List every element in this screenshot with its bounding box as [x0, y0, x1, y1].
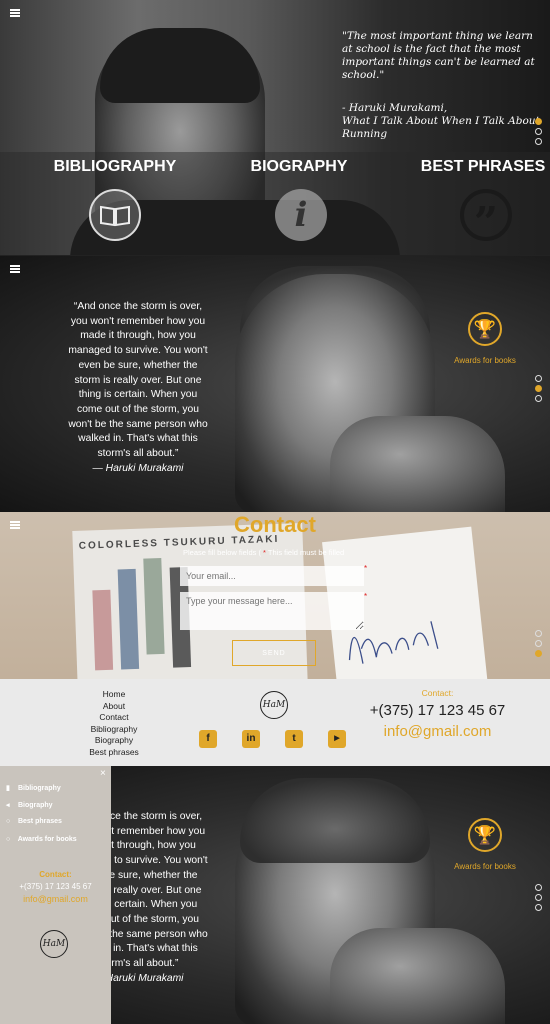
footer-contact: Contact: +(375) 17 123 45 67 info@gmail.… [365, 688, 510, 740]
side-menu-item-best-phrases[interactable]: ○ Best phrases [6, 818, 62, 825]
footer-link-contact[interactable]: Contact [84, 712, 144, 724]
book-bar [92, 589, 114, 671]
megaphone-icon: ◂ [6, 802, 10, 809]
side-menu-item-label: Bibliography [17, 785, 61, 792]
slide-dots [535, 375, 543, 405]
book-icon: ▮ [6, 785, 10, 792]
slide-dot[interactable] [535, 630, 542, 637]
slide-dot[interactable] [535, 138, 542, 145]
footer-contact-label: Contact: [421, 688, 454, 698]
author-photo-hair [100, 28, 260, 103]
message-field[interactable] [180, 592, 364, 630]
footer-link-biography[interactable]: Biography [84, 735, 144, 747]
required-asterisk: * [364, 564, 368, 573]
footer-link-bibliography[interactable]: Bibliography [84, 724, 144, 736]
side-menu-item-label: Awards for books [17, 836, 77, 843]
nav-best-phrases[interactable]: BEST PHRASES [403, 158, 550, 176]
hero-quote-source: What I Talk About When I Talk About Runn… [342, 115, 540, 140]
side-menu-item-bibliography[interactable]: ▮ Bibliography [6, 784, 61, 792]
hero-section: "The most important thing we learn at sc… [0, 0, 550, 255]
slide-dots [535, 884, 543, 914]
footer-links: Home About Contact Bibliography Biograph… [84, 689, 144, 759]
author-portrait-hands [330, 416, 505, 512]
slide-dot[interactable] [535, 118, 542, 125]
facebook-icon[interactable]: f [199, 730, 217, 748]
book-icon[interactable] [89, 189, 141, 241]
hero-quote-line: "The most important thing we learn [342, 30, 533, 42]
hamburger-menu-icon[interactable] [10, 9, 20, 17]
footer-link-about[interactable]: About [84, 701, 144, 713]
awards-link[interactable]: 🏆 Awards for books [440, 818, 530, 871]
form-instructions: Please fill below fields ( * This field … [183, 548, 344, 557]
footer: Home About Contact Bibliography Biograph… [0, 679, 550, 766]
close-icon[interactable]: × [100, 768, 106, 779]
send-button[interactable]: SEND [232, 640, 316, 666]
footer-link-best-phrases[interactable]: Best phrases [84, 747, 144, 759]
quote-icon[interactable]: ” [460, 189, 512, 247]
contact-title: Contact [234, 512, 316, 537]
slide-dot[interactable] [535, 128, 542, 135]
linkedin-icon[interactable]: in [242, 730, 260, 748]
contact-section: COLORLESS TSUKURU TAZAKI Contact Please … [0, 512, 550, 679]
awards-link[interactable]: 🏆 Awards for books [440, 312, 530, 365]
hamburger-menu-icon[interactable] [10, 265, 20, 273]
chat-icon: ○ [6, 818, 11, 825]
slide-dots [535, 630, 543, 660]
logo[interactable]: HaM [40, 930, 68, 958]
footer-link-home[interactable]: Home [84, 689, 144, 701]
storm-quote: “And once the storm is over, you won't r… [68, 300, 208, 476]
book-bar [117, 568, 140, 670]
twitter-icon[interactable]: t [285, 730, 303, 748]
email-field[interactable] [180, 566, 364, 586]
slide-dot[interactable] [535, 385, 542, 392]
side-menu: × ▮ Bibliography ◂ Biography ○ Best phra… [0, 766, 111, 1024]
side-menu-item-biography[interactable]: ◂ Biography [6, 801, 53, 809]
required-note: This field must be filled [267, 548, 345, 557]
side-menu-phone[interactable]: +(375) 17 123 45 67 [0, 882, 111, 891]
awards-label: Awards for books [454, 862, 516, 871]
slide-dot[interactable] [535, 640, 542, 647]
side-menu-contact: Contact: +(375) 17 123 45 67 info@gmail.… [0, 870, 111, 904]
trophy-icon: 🏆 [468, 818, 502, 852]
info-icon[interactable]: i [275, 189, 327, 241]
side-menu-email[interactable]: info@gmail.com [0, 894, 111, 904]
slide-dot[interactable] [535, 884, 542, 891]
slide-dot[interactable] [535, 894, 542, 901]
side-menu-item-label: Biography [17, 802, 53, 809]
hamburger-menu-icon[interactable] [10, 521, 20, 529]
required-asterisk: * [364, 592, 368, 601]
youtube-icon[interactable]: ▶ [328, 730, 346, 748]
hero-quote-author: - Haruki Murakami, [342, 102, 448, 114]
logo[interactable]: HaM [260, 691, 288, 719]
storm-quote-author: — Haruki Murakami [92, 462, 184, 474]
slide-dot[interactable] [535, 375, 542, 382]
form-instructions-text: Please fill below fields ( [183, 548, 261, 557]
slide-dot[interactable] [535, 904, 542, 911]
chat-icon: ○ [6, 836, 11, 843]
nav-bibliography[interactable]: BIBLIOGRAPHY [35, 158, 195, 176]
slide-dot[interactable] [535, 650, 542, 657]
slide-dot[interactable] [535, 395, 542, 402]
slide-dots [535, 118, 543, 148]
hero-quote-line: at school is the fact that the most [342, 43, 521, 55]
quote-section: “And once the storm is over, you won't r… [0, 256, 550, 512]
side-menu-item-label: Best phrases [17, 818, 62, 825]
hero-quote-line: important things can't be learned at sch… [342, 56, 535, 81]
footer-email[interactable]: info@gmail.com [365, 723, 510, 740]
nav-biography[interactable]: BIOGRAPHY [219, 158, 379, 176]
quote-section-menu-open: “And once the storm is over, you won't r… [0, 766, 550, 1024]
author-portrait-hair [240, 778, 430, 863]
hero-quote: "The most important thing we learn at sc… [342, 30, 547, 141]
side-menu-item-awards[interactable]: ○ Awards for books [6, 836, 77, 843]
trophy-icon: 🏆 [468, 312, 502, 346]
required-asterisk: * [263, 548, 266, 557]
footer-phone[interactable]: +(375) 17 123 45 67 [365, 702, 510, 719]
awards-label: Awards for books [454, 356, 516, 365]
storm-quote-text: “And once the storm is over, you won't r… [68, 301, 208, 460]
book-bar [143, 557, 165, 655]
side-menu-contact-label: Contact: [39, 870, 72, 879]
author-portrait-hands [330, 928, 505, 1024]
